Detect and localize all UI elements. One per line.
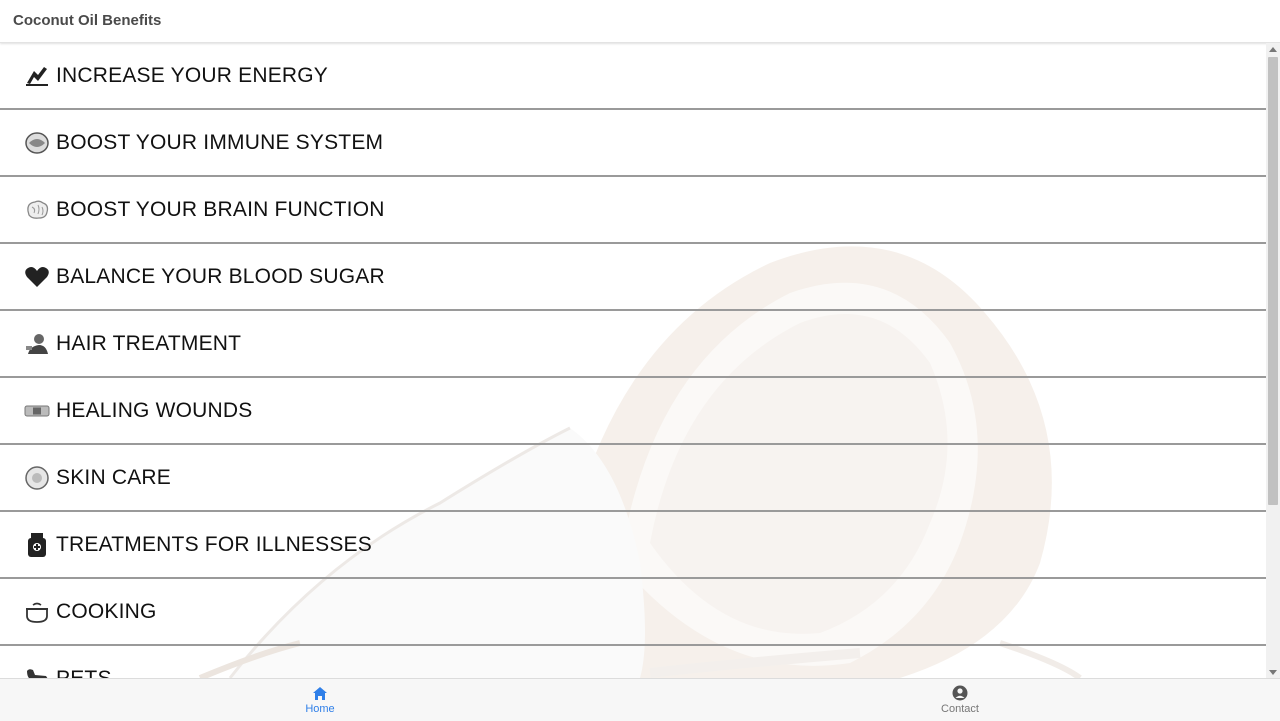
- pet-dog-icon: [24, 666, 50, 678]
- list-item-label: BOOST YOUR BRAIN FUNCTION: [56, 197, 385, 221]
- app-header: Coconut Oil Benefits: [0, 0, 1280, 43]
- list-item-label: HAIR TREATMENT: [56, 331, 242, 355]
- benefits-list: INCREASE YOUR ENERGY BOOST YOUR IMMUNE S…: [0, 43, 1266, 678]
- hair-treatment-icon: [24, 331, 50, 357]
- list-item[interactable]: TREATMENTS FOR ILLNESSES: [0, 512, 1266, 579]
- medicine-bottle-icon: [24, 532, 50, 558]
- energy-icon: [24, 63, 50, 89]
- list-item-label: PETS: [56, 666, 112, 679]
- list-item[interactable]: PETS: [0, 646, 1266, 678]
- skin-care-icon: [24, 465, 50, 491]
- list-item-label: BALANCE YOUR BLOOD SUGAR: [56, 264, 385, 288]
- tab-contact[interactable]: Contact: [860, 679, 1060, 721]
- tab-home-label: Home: [305, 702, 335, 715]
- list-item-label: INCREASE YOUR ENERGY: [56, 63, 329, 87]
- list-item-label: TREATMENTS FOR ILLNESSES: [56, 532, 372, 556]
- list-item[interactable]: BOOST YOUR IMMUNE SYSTEM: [0, 110, 1266, 177]
- content-area: INCREASE YOUR ENERGY BOOST YOUR IMMUNE S…: [0, 43, 1266, 678]
- cooking-pot-icon: [24, 599, 50, 625]
- list-item[interactable]: INCREASE YOUR ENERGY: [0, 43, 1266, 110]
- list-item[interactable]: SKIN CARE: [0, 445, 1266, 512]
- scroll-down-arrow-icon[interactable]: [1269, 670, 1277, 675]
- list-item[interactable]: COOKING: [0, 579, 1266, 646]
- list-item[interactable]: HAIR TREATMENT: [0, 311, 1266, 378]
- home-icon: [313, 686, 327, 700]
- scrollbar-thumb[interactable]: [1268, 57, 1278, 505]
- list-item-label: HEALING WOUNDS: [56, 398, 253, 422]
- app-title: Coconut Oil Benefits: [13, 12, 162, 29]
- bottom-navigation: Home Contact: [0, 678, 1280, 721]
- list-item-label: BOOST YOUR IMMUNE SYSTEM: [56, 130, 384, 154]
- list-item-label: COOKING: [56, 599, 157, 623]
- heart-icon: [24, 264, 50, 290]
- list-item[interactable]: BALANCE YOUR BLOOD SUGAR: [0, 244, 1266, 311]
- list-item[interactable]: BOOST YOUR BRAIN FUNCTION: [0, 177, 1266, 244]
- brain-icon: [24, 197, 50, 223]
- scrollbar[interactable]: [1266, 43, 1280, 678]
- scroll-up-arrow-icon[interactable]: [1269, 47, 1277, 52]
- tab-home[interactable]: Home: [220, 679, 420, 721]
- user-circle-icon: [952, 685, 968, 701]
- list-item-label: SKIN CARE: [56, 465, 171, 489]
- immune-system-icon: [24, 130, 50, 156]
- tab-contact-label: Contact: [941, 703, 979, 715]
- bandage-icon: [24, 398, 50, 424]
- list-item[interactable]: HEALING WOUNDS: [0, 378, 1266, 445]
